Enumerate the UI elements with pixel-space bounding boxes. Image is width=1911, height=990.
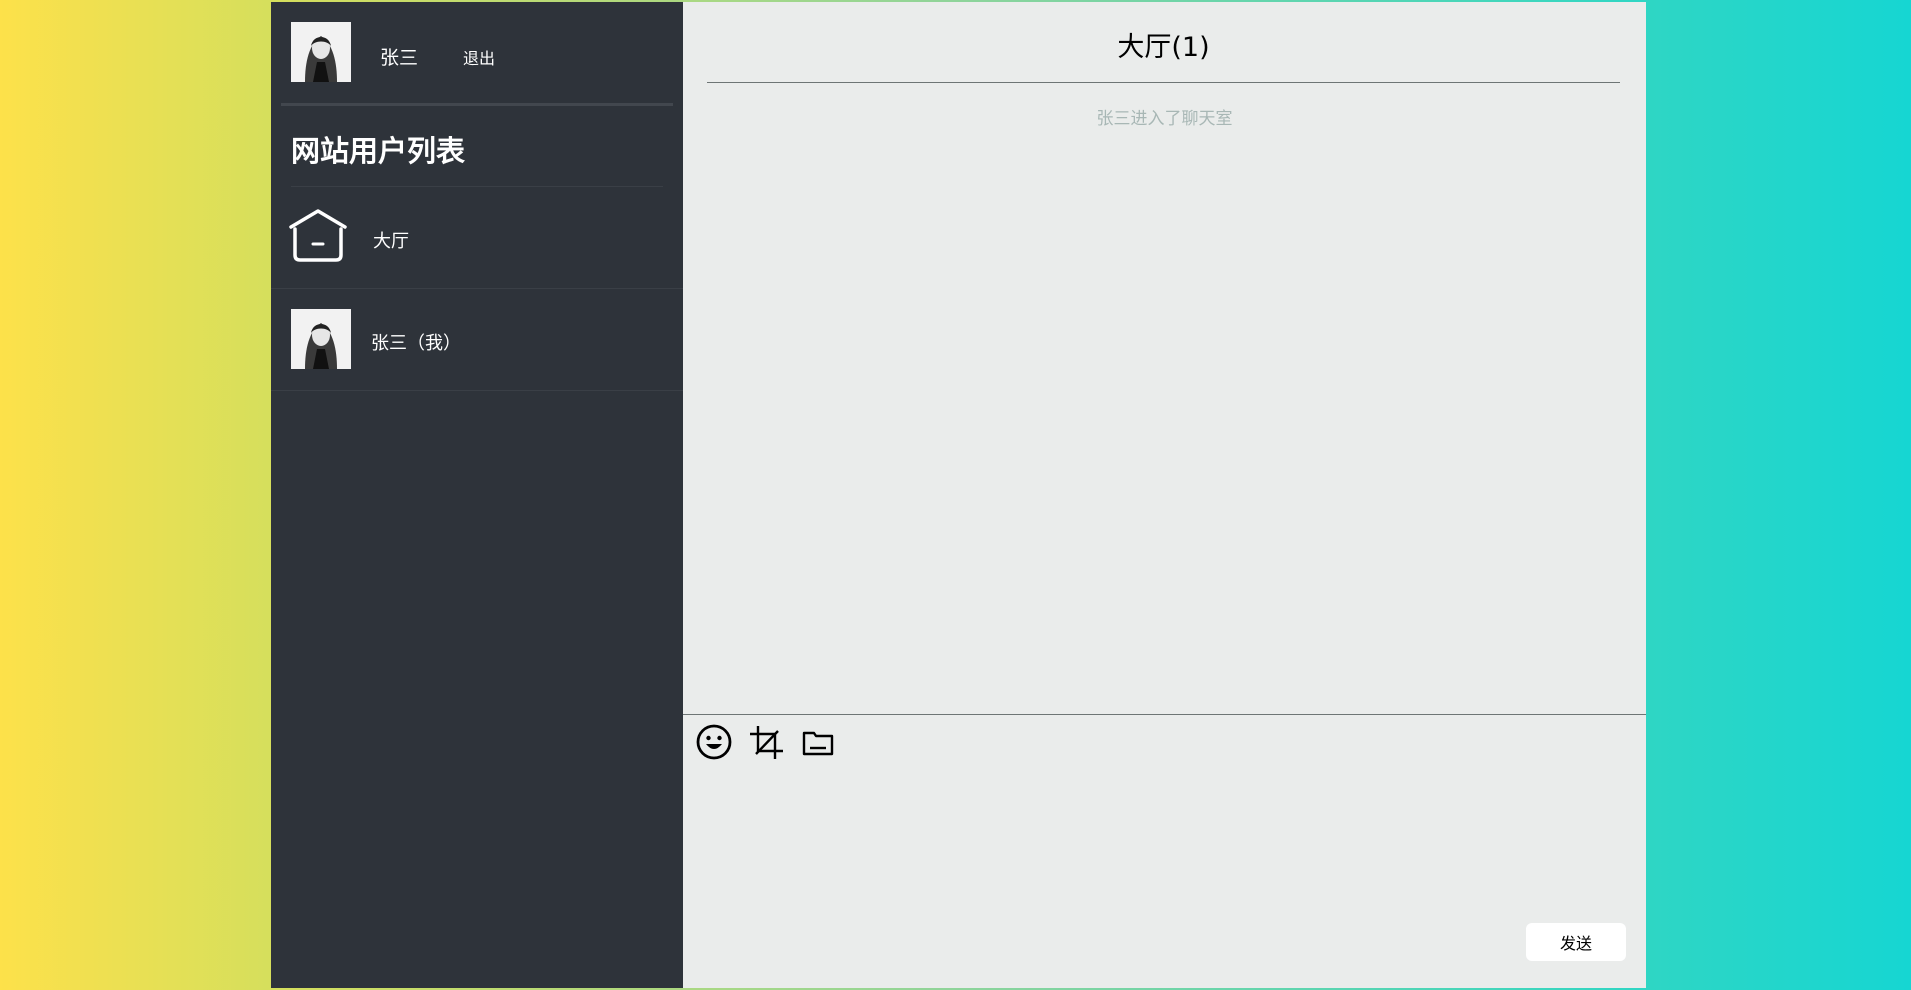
emoji-icon[interactable] xyxy=(695,723,733,761)
user-avatar xyxy=(291,309,351,369)
home-icon xyxy=(287,207,349,263)
chat-app: 张三 退出 网站用户列表 大厅 张三（我） 大厅(1) 张三进入了聊天室 发送 xyxy=(271,2,1646,988)
crop-icon[interactable] xyxy=(747,723,785,761)
message-composer[interactable]: 发送 xyxy=(683,714,1646,988)
sidebar-item-label: 大厅 xyxy=(373,231,409,252)
user-list-title: 网站用户列表 xyxy=(291,106,663,187)
send-button[interactable]: 发送 xyxy=(1526,923,1626,961)
sidebar-item-label: 张三（我） xyxy=(371,333,461,354)
current-user-avatar xyxy=(291,22,351,82)
composer-toolbar xyxy=(695,723,837,761)
sidebar-item-hall[interactable]: 大厅 xyxy=(271,187,683,289)
chat-title: 大厅(1) xyxy=(1117,32,1210,63)
folder-icon[interactable] xyxy=(799,723,837,761)
sidebar: 张三 退出 网站用户列表 大厅 张三（我） xyxy=(271,2,683,988)
avatar-image xyxy=(291,22,351,82)
system-message: 张三进入了聊天室 xyxy=(1096,109,1233,129)
sidebar-item-self[interactable]: 张三（我） xyxy=(271,289,683,391)
chat-header: 大厅(1) xyxy=(707,2,1620,83)
chat-panel: 大厅(1) 张三进入了聊天室 发送 xyxy=(683,2,1646,988)
current-user-name: 张三 xyxy=(380,47,419,69)
current-user-panel: 张三 退出 xyxy=(281,2,673,106)
logout-link[interactable]: 退出 xyxy=(463,45,495,69)
